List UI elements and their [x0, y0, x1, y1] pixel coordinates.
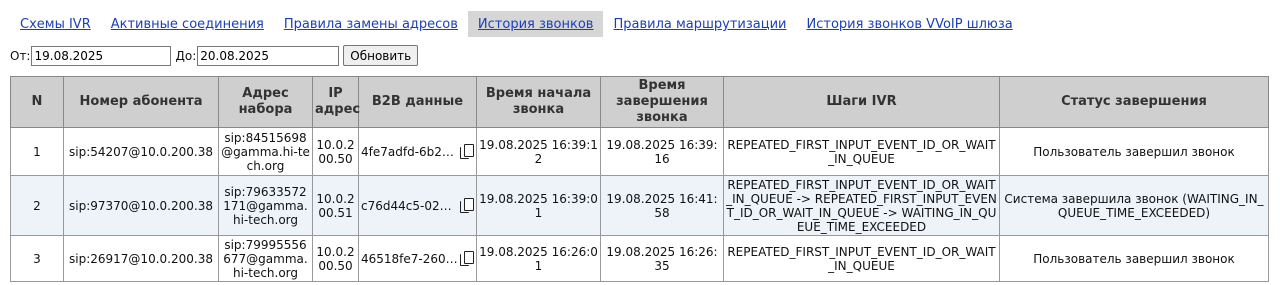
cell-start-time: 19.08.2025 16:26:01 [476, 235, 601, 282]
cell-b2b: c76d44c5-0295-... [358, 175, 477, 236]
cell-status: Система завершила звонок (WAITING_IN_QUE… [999, 175, 1269, 236]
cell-n: 3 [10, 235, 64, 282]
cell-ip: 10.0.200.50 [312, 127, 359, 176]
top-nav: Схемы IVR Активные соединения Правила за… [10, 11, 1023, 37]
cell-dial-address: sip:79995556677@gamma.hi-tech.org [218, 235, 313, 282]
cell-end-time: 19.08.2025 16:41:58 [600, 175, 724, 236]
cell-subscriber: sip:97370@10.0.200.38 [63, 175, 219, 236]
col-n[interactable]: N [10, 76, 64, 128]
nav-address-rules[interactable]: Правила замены адресов [274, 11, 468, 37]
cell-status: Пользователь завершил звонок [999, 235, 1269, 282]
nav-ivr-schemes[interactable]: Схемы IVR [10, 11, 101, 37]
cell-b2b: 46518fe7-2600-... [358, 235, 477, 282]
col-dial-address[interactable]: Адрес набора [218, 76, 313, 128]
cell-end-time: 19.08.2025 16:26:35 [600, 235, 724, 282]
refresh-button[interactable]: Обновить [343, 45, 419, 66]
copy-icon[interactable] [460, 250, 474, 267]
call-history-table: N Номер абонента Адрес набора IP адрес B… [10, 76, 1269, 282]
copy-icon[interactable] [460, 197, 474, 214]
cell-ivr-steps: REPEATED_FIRST_INPUT_EVENT_ID_OR_WAIT_IN… [723, 127, 1000, 176]
cell-ip: 10.0.200.51 [312, 175, 359, 236]
nav-vvoip-history[interactable]: История звонков VVoIP шлюза [797, 11, 1023, 37]
cell-ivr-steps: REPEATED_FIRST_INPUT_EVENT_ID_OR_WAIT_IN… [723, 175, 1000, 236]
col-status[interactable]: Статус завершения [999, 76, 1269, 128]
table-row[interactable]: 1 sip:54207@10.0.200.38 sip:84515698@gam… [10, 127, 1269, 176]
cell-subscriber: sip:54207@10.0.200.38 [63, 127, 219, 176]
table-header-row: N Номер абонента Адрес набора IP адрес B… [10, 76, 1269, 128]
cell-subscriber: sip:26917@10.0.200.38 [63, 235, 219, 282]
date-filter: От: До: Обновить [10, 45, 419, 66]
col-ivr-steps[interactable]: Шаги IVR [723, 76, 1000, 128]
col-start-time[interactable]: Время начала звонка [476, 76, 601, 128]
col-subscriber[interactable]: Номер абонента [63, 76, 219, 128]
cell-n: 1 [10, 127, 64, 176]
table-row[interactable]: 3 sip:26917@10.0.200.38 sip:79995556677@… [10, 235, 1269, 282]
b2b-text: 46518fe7-2600-... [361, 251, 459, 266]
b2b-text: c76d44c5-0295-... [361, 198, 459, 213]
cell-n: 2 [10, 175, 64, 236]
nav-call-history[interactable]: История звонков [467, 11, 604, 37]
from-date-input[interactable] [31, 45, 172, 66]
to-label: До: [175, 48, 197, 63]
col-b2b[interactable]: B2B данные [358, 76, 477, 128]
nav-active-connections[interactable]: Активные соединения [101, 11, 274, 37]
from-label: От: [10, 48, 31, 63]
cell-ip: 10.0.200.50 [312, 235, 359, 282]
cell-start-time: 19.08.2025 16:39:01 [476, 175, 601, 236]
col-ip[interactable]: IP адрес [312, 76, 360, 128]
cell-ivr-steps: REPEATED_FIRST_INPUT_EVENT_ID_OR_WAIT_IN… [723, 235, 1000, 282]
cell-dial-address: sip:84515698@gamma.hi-tech.org [218, 127, 313, 176]
cell-status: Пользователь завершил звонок [999, 127, 1269, 176]
cell-b2b: 4fe7adfd-6b21-... [358, 127, 477, 176]
cell-dial-address: sip:79633572171@gamma.hi-tech.org [218, 175, 313, 236]
col-end-time[interactable]: Время завершения звонка [600, 76, 724, 128]
copy-icon[interactable] [460, 143, 474, 160]
nav-routing-rules[interactable]: Правила маршрутизации [603, 11, 796, 37]
cell-end-time: 19.08.2025 16:39:16 [600, 127, 724, 176]
cell-start-time: 19.08.2025 16:39:12 [476, 127, 601, 176]
table-row[interactable]: 2 sip:97370@10.0.200.38 sip:79633572171@… [10, 175, 1269, 236]
to-date-input[interactable] [197, 45, 340, 66]
b2b-text: 4fe7adfd-6b21-... [361, 144, 459, 159]
